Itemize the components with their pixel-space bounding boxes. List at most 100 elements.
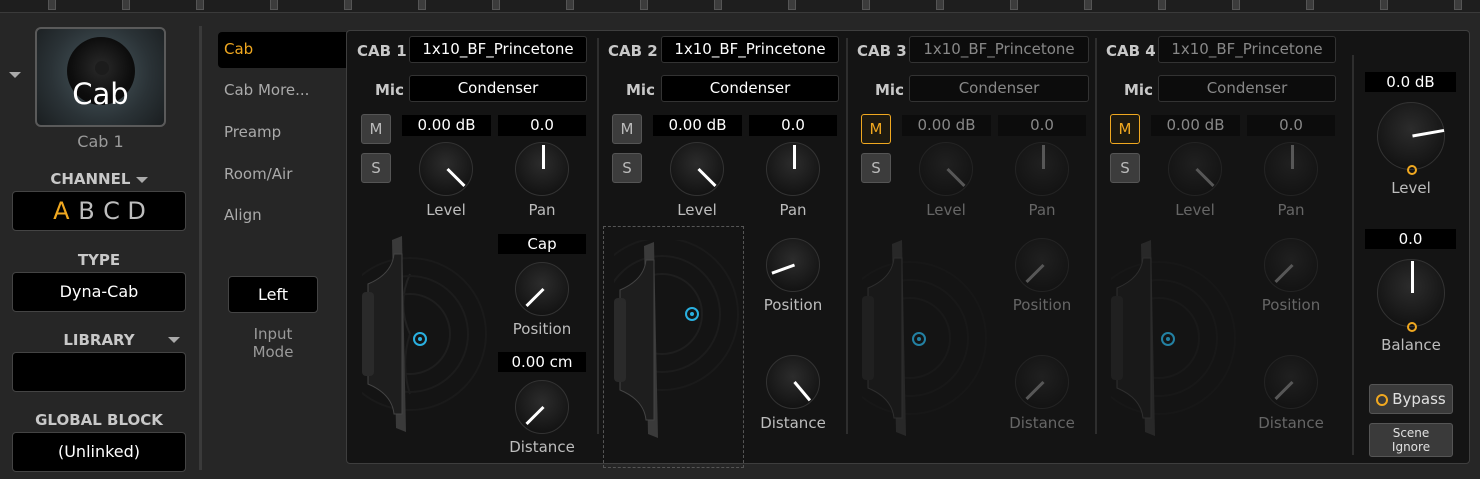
column-separator bbox=[1352, 55, 1354, 455]
output-balance-knob[interactable] bbox=[1377, 259, 1445, 332]
strip-tick bbox=[344, 0, 352, 10]
cab4-pan-knob[interactable] bbox=[1264, 142, 1318, 196]
knob-pointer bbox=[771, 263, 796, 275]
cab4-position-knob[interactable] bbox=[1264, 238, 1318, 292]
channel-b[interactable]: B bbox=[76, 192, 96, 230]
global-block-field[interactable]: (Unlinked) bbox=[12, 432, 186, 472]
strip-tick bbox=[788, 0, 796, 10]
channel-header[interactable]: CHANNEL bbox=[12, 170, 186, 188]
cab3-level-readout: 0.00 dB bbox=[902, 115, 991, 136]
strip-tick bbox=[566, 0, 574, 10]
cab3-distance-knob[interactable] bbox=[1015, 355, 1069, 409]
cab3-mute-button[interactable]: M bbox=[861, 114, 891, 144]
cab4-mic-field[interactable]: Condenser bbox=[1158, 75, 1336, 102]
cab1-ir-field[interactable]: 1x10_BF_Princetone bbox=[409, 36, 587, 63]
cab1-level-readout: 0.00 dB bbox=[402, 115, 491, 136]
tab-cab[interactable]: Cab bbox=[218, 32, 346, 68]
cab2-mic-position-dot[interactable] bbox=[685, 307, 699, 321]
tab-cab-more[interactable]: Cab More... bbox=[218, 78, 346, 102]
cab2-ir-field[interactable]: 1x10_BF_Princetone bbox=[661, 36, 839, 63]
cab1-pan-label: Pan bbox=[528, 201, 556, 219]
column-separator bbox=[597, 38, 599, 434]
bypass-label: Bypass bbox=[1392, 390, 1446, 408]
cab2-level-label: Level bbox=[677, 201, 717, 219]
cab1-pan-knob[interactable] bbox=[515, 142, 569, 196]
knob-pointer bbox=[793, 145, 796, 169]
tab-room-air[interactable]: Room/Air bbox=[218, 162, 346, 186]
cab3-level-knob[interactable] bbox=[919, 142, 973, 196]
cab2-level-knob[interactable] bbox=[670, 142, 724, 196]
strip-tick bbox=[1158, 0, 1166, 10]
knob-pointer bbox=[1274, 380, 1294, 401]
cab2-position-label: Position bbox=[763, 296, 823, 314]
bypass-led-icon bbox=[1376, 393, 1389, 406]
cab4-mic-position-dot[interactable] bbox=[1161, 332, 1175, 346]
channel-d[interactable]: D bbox=[127, 192, 147, 230]
cab2-solo-button[interactable]: S bbox=[612, 153, 642, 183]
cab1-mic-field[interactable]: Condenser bbox=[409, 75, 587, 102]
tab-preamp[interactable]: Preamp bbox=[218, 120, 346, 144]
bypass-button[interactable]: Bypass bbox=[1369, 384, 1453, 414]
cab4-level-label: Level bbox=[1175, 201, 1215, 219]
block-name: Cab 1 bbox=[77, 132, 124, 151]
library-field[interactable] bbox=[12, 352, 186, 392]
strip-tick bbox=[418, 0, 426, 10]
output-level-label: Level bbox=[1391, 179, 1431, 197]
knob-pointer bbox=[697, 167, 717, 188]
cab1-mute-button[interactable]: M bbox=[361, 114, 391, 144]
input-mode-label-line2: Mode bbox=[252, 343, 294, 361]
knob-pointer bbox=[1411, 261, 1414, 293]
library-header[interactable]: LIBRARY bbox=[12, 331, 186, 349]
cab3-speaker-icon bbox=[862, 240, 987, 436]
left-divider bbox=[199, 26, 202, 470]
cab2-distance-label: Distance bbox=[760, 414, 826, 432]
cab4-level-knob[interactable] bbox=[1168, 142, 1222, 196]
cab4-level-readout: 0.00 dB bbox=[1151, 115, 1240, 136]
cab1-level-knob[interactable] bbox=[419, 142, 473, 196]
cab1-mic-position-dot[interactable] bbox=[413, 332, 427, 346]
cab3-pan-knob[interactable] bbox=[1015, 142, 1069, 196]
cab1-position-knob[interactable] bbox=[515, 262, 569, 316]
scene-ignore-button[interactable]: Scene Ignore bbox=[1369, 423, 1453, 457]
cab4-mic-label: Mic bbox=[1124, 81, 1153, 99]
tab-align[interactable]: Align bbox=[218, 203, 346, 227]
channel-a[interactable]: A bbox=[51, 192, 71, 230]
strip-tick bbox=[714, 0, 722, 10]
cab3-mic-position-dot[interactable] bbox=[912, 332, 926, 346]
cab4-ir-field[interactable]: 1x10_BF_Princetone bbox=[1158, 36, 1336, 63]
column-separator bbox=[1095, 38, 1097, 434]
type-field[interactable]: Dyna-Cab bbox=[12, 272, 186, 312]
block-menu-arrow-icon[interactable] bbox=[9, 72, 21, 78]
cab4-mute-button[interactable]: M bbox=[1110, 114, 1140, 144]
channel-c[interactable]: C bbox=[102, 192, 122, 230]
input-mode-label-line1: Input bbox=[253, 325, 293, 343]
knob-pointer bbox=[1274, 263, 1294, 284]
cab4-distance-knob[interactable] bbox=[1264, 355, 1318, 409]
output-level-knob[interactable] bbox=[1377, 102, 1445, 175]
cab1-solo-button[interactable]: S bbox=[361, 153, 391, 183]
cab4-position-label: Position bbox=[1261, 296, 1321, 314]
cab3-ir-field[interactable]: 1x10_BF_Princetone bbox=[909, 36, 1089, 63]
knob-pointer bbox=[1195, 167, 1215, 188]
cab4-solo-button[interactable]: S bbox=[1110, 153, 1140, 183]
cab1-distance-knob[interactable] bbox=[515, 380, 569, 434]
knob-pointer bbox=[1412, 128, 1445, 138]
cab2-distance-knob[interactable] bbox=[766, 355, 820, 409]
global-block-label: GLOBAL BLOCK bbox=[35, 411, 163, 429]
block-icon[interactable]: Cab bbox=[35, 27, 166, 127]
cab1-pan-readout: 0.0 bbox=[498, 115, 586, 136]
channel-dropdown-icon bbox=[135, 176, 148, 183]
cab2-pan-knob[interactable] bbox=[766, 142, 820, 196]
cab3-position-knob[interactable] bbox=[1015, 238, 1069, 292]
cab2-label: CAB 2 bbox=[608, 42, 658, 60]
cab2-mic-field[interactable]: Condenser bbox=[661, 75, 839, 102]
cab2-pan-label: Pan bbox=[779, 201, 807, 219]
cab3-solo-button[interactable]: S bbox=[861, 153, 891, 183]
cab3-pan-label: Pan bbox=[1028, 201, 1056, 219]
cab2-position-knob[interactable] bbox=[766, 238, 820, 292]
cab3-mic-field[interactable]: Condenser bbox=[909, 75, 1089, 102]
cab3-mic-label: Mic bbox=[875, 81, 904, 99]
input-mode-label: Input Mode bbox=[228, 325, 318, 361]
input-mode-field[interactable]: Left bbox=[228, 276, 318, 313]
cab2-mute-button[interactable]: M bbox=[612, 114, 642, 144]
